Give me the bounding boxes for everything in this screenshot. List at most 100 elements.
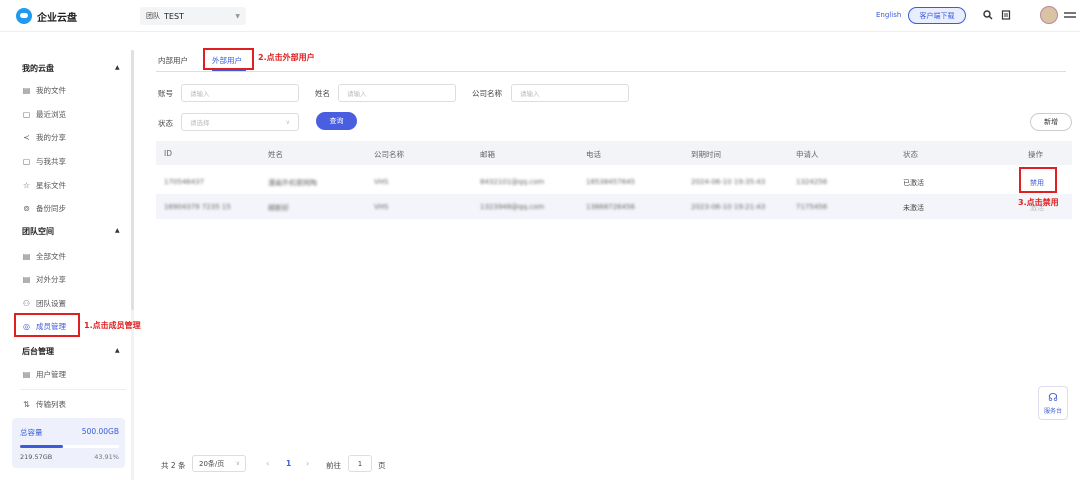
pagination-total: 共 2 条 [161,461,186,470]
cell-status: 未激活 [903,204,924,212]
cell-name: 漫画外机密网陶 [268,179,317,187]
highlight-members [14,313,80,337]
sidebar-item-my-files[interactable]: ▤ 我的文件 [12,81,126,99]
column-header: 姓名 [268,150,283,159]
collapse-icon[interactable]: ▲ [115,227,120,234]
team-selector[interactable]: 团队 TEST ▼ [140,7,246,25]
storage-used-percent: 43.91% [94,453,119,461]
table-row: 170546437 漫画外机密网陶 VHS 8432101@qq.com 185… [156,169,1072,194]
sidebar-item-all-files[interactable]: ▤ 全部文件 [12,247,126,265]
star-icon: ☆ [22,180,31,190]
company-input[interactable]: 请输入 [511,84,629,102]
sidebar-item-team-settings[interactable]: ⚇ 团队设置 [12,294,126,312]
cell-name: 越新好 [268,204,289,212]
app-name: 企业云盘 [37,12,77,24]
table-header: ID 姓名 公司名称 邮箱 电话 到期时间 申请人 状态 操作 [156,141,1072,165]
page-size-value: 20条/页 [199,459,225,468]
cell-id: 16904379 7235 15 [164,203,231,211]
service-desk-label: 服务台 [1043,408,1062,415]
sidebar-item-external-share[interactable]: ▤ 对外分享 [12,270,126,288]
sidebar-item-starred[interactable]: ☆ 星标文件 [12,176,126,194]
cloud-logo-icon [16,8,32,24]
section-admin[interactable]: 后台管理 [22,346,54,357]
company-label: 公司名称 [472,89,502,98]
section-team-space[interactable]: 团队空间 [22,226,54,237]
service-desk-button[interactable]: ☊ 服务台 [1038,386,1068,420]
add-button[interactable]: 新增 [1030,113,1072,131]
prev-page-icon[interactable]: ‹ [266,459,269,468]
menu-icon[interactable] [1064,12,1076,18]
app-logo[interactable]: 企业云盘 [16,8,77,24]
sidebar-item-label: 与我共享 [36,156,66,166]
cell-company: VHS [374,178,389,186]
sidebar-item-label: 对外分享 [36,274,66,284]
pagination: 共 2 条 20条/页 ∨ ‹ 1 › 前往 1 页 [156,455,556,473]
storage-panel: 总容量 500.00GB 219.57GB 43.91% [12,418,125,468]
section-my-drive[interactable]: 我的云盘 [22,63,54,74]
column-header: 状态 [903,150,918,159]
language-link[interactable]: English [876,11,901,19]
name-input[interactable]: 请输入 [338,84,456,102]
annotation-step2: 2.点击外部用户 [258,53,315,62]
sidebar-item-label: 全部文件 [36,251,66,261]
cell-expire: 2023-06-10 19:21:43 [691,203,766,211]
storage-progress-fill [20,445,64,448]
divider [20,389,126,390]
folder-icon: ▤ [22,251,31,261]
sidebar-item-shared-with-me[interactable]: ▢ 与我共享 [12,152,126,170]
sidebar-item-label: 最近浏览 [36,109,66,119]
cell-phone: 13868726456 [586,203,635,211]
sidebar-item-backup[interactable]: ⊚ 备份同步 [12,199,126,217]
sidebar-item-user-admin[interactable]: ▤ 用户管理 [12,365,126,383]
status-select[interactable]: 请选择 ∨ [181,113,299,131]
sync-icon: ⊚ [23,203,30,213]
sidebar-item-label: 备份同步 [36,203,66,213]
status-label: 状态 [158,119,173,128]
column-header: 公司名称 [374,150,404,159]
cell-phone: 18538457645 [586,178,635,186]
document-icon[interactable] [1000,9,1012,21]
headset-icon: ☊ [1048,391,1058,404]
highlight-disable [1019,167,1057,193]
current-page[interactable]: 1 [286,459,291,468]
storage-used-value: 219.57GB [20,453,53,461]
goto-label: 前往 [326,461,341,470]
team-value: TEST [164,11,184,21]
storage-total-value: 500.00GB [81,427,119,436]
chevron-down-icon: ∨ [285,118,290,126]
page-size-select[interactable]: 20条/页 ∨ [192,455,246,472]
sidebar-scrollbar[interactable] [131,50,134,480]
tab-internal-users[interactable]: 内部用户 [158,55,188,66]
shared-with-me-icon: ▢ [22,156,31,166]
avatar[interactable] [1040,6,1058,24]
annotation-step1: 1.点击成员管理 [84,321,141,330]
account-input[interactable]: 请输入 [181,84,299,102]
goto-page-input[interactable]: 1 [348,455,372,472]
team-settings-icon: ⚇ [22,298,31,308]
search-icon[interactable] [982,9,994,21]
sidebar-item-recent[interactable]: ▢ 最近浏览 [12,105,126,123]
main-content: 内部用户 外部用户 账号 请输入 姓名 请输入 公司名称 请输入 状态 请选择 … [150,40,1080,491]
cell-id: 170546437 [164,178,205,186]
sidebar-item-label: 我的文件 [36,85,66,95]
download-client-button[interactable]: 客户端下载 [908,7,966,24]
sidebar-item-my-share[interactable]: ≺ 我的分享 [12,128,126,146]
search-button[interactable]: 查询 [316,112,357,130]
sidebar-scroll-thumb[interactable] [131,50,134,310]
sidebar-item-label: 团队设置 [36,298,66,308]
sidebar-item-label: 星标文件 [36,180,66,190]
column-header: 操作 [1028,150,1043,159]
cell-company: VHS [374,203,389,211]
sidebar-item-transfer-list[interactable]: ⇅ 传输列表 [12,395,126,413]
collapse-icon[interactable]: ▲ [115,347,120,354]
next-page-icon[interactable]: › [306,459,309,468]
column-header: 电话 [586,150,601,159]
storage-progress-bar [20,445,119,448]
recent-icon: ▢ [22,109,31,119]
file-icon: ▤ [22,85,31,95]
header-actions: English 客户端下载 [860,6,1080,26]
column-header: 到期时间 [691,150,721,159]
chevron-down-icon: ▼ [235,12,240,20]
collapse-icon[interactable]: ▲ [115,64,120,71]
top-bar: 企业云盘 团队 TEST ▼ English 客户端下载 [0,0,1080,32]
